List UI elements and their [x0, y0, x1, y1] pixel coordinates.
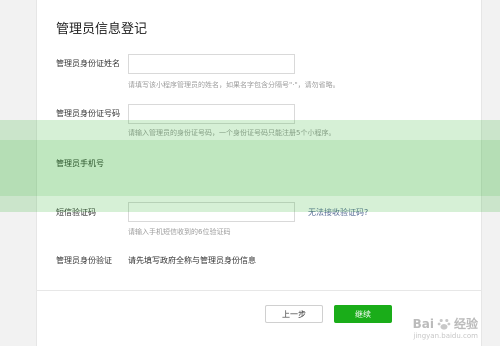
- page-title: 管理员信息登记: [56, 22, 148, 37]
- id-input[interactable]: [128, 104, 295, 124]
- next-button[interactable]: 继续: [334, 305, 392, 323]
- prev-button[interactable]: 上一步: [265, 305, 323, 323]
- name-label: 管理员身份证姓名: [56, 59, 120, 68]
- footer-divider: [36, 290, 482, 291]
- verify-text: 请先填写政府全称与管理员身份信息: [128, 256, 256, 265]
- watermark-brand: Bai: [412, 316, 434, 331]
- name-hint: 请填写该小程序管理员的姓名，如果名字包含分隔号"·"，请勿省略。: [128, 81, 340, 89]
- sms-input[interactable]: [128, 202, 295, 222]
- id-label: 管理员身份证号码: [56, 109, 120, 118]
- sms-label: 短信验证码: [56, 208, 96, 217]
- name-input[interactable]: [128, 54, 295, 74]
- form-card: [36, 0, 482, 346]
- paw-icon: [437, 318, 451, 330]
- watermark-brand-cn: 经验: [453, 317, 478, 331]
- id-hint: 请输入管理员的身份证号码，一个身份证号码只能注册5个小程序。: [128, 129, 336, 137]
- verify-label: 管理员身份验证: [56, 256, 112, 265]
- sms-help-link[interactable]: 无法接收验证码?: [308, 207, 368, 218]
- watermark: Bai 经验: [413, 315, 478, 332]
- phone-label: 管理员手机号: [56, 159, 104, 168]
- watermark-url: jingyan.baidu.com: [413, 332, 478, 340]
- sms-hint: 请输入手机短信收到的6位验证码: [128, 228, 231, 236]
